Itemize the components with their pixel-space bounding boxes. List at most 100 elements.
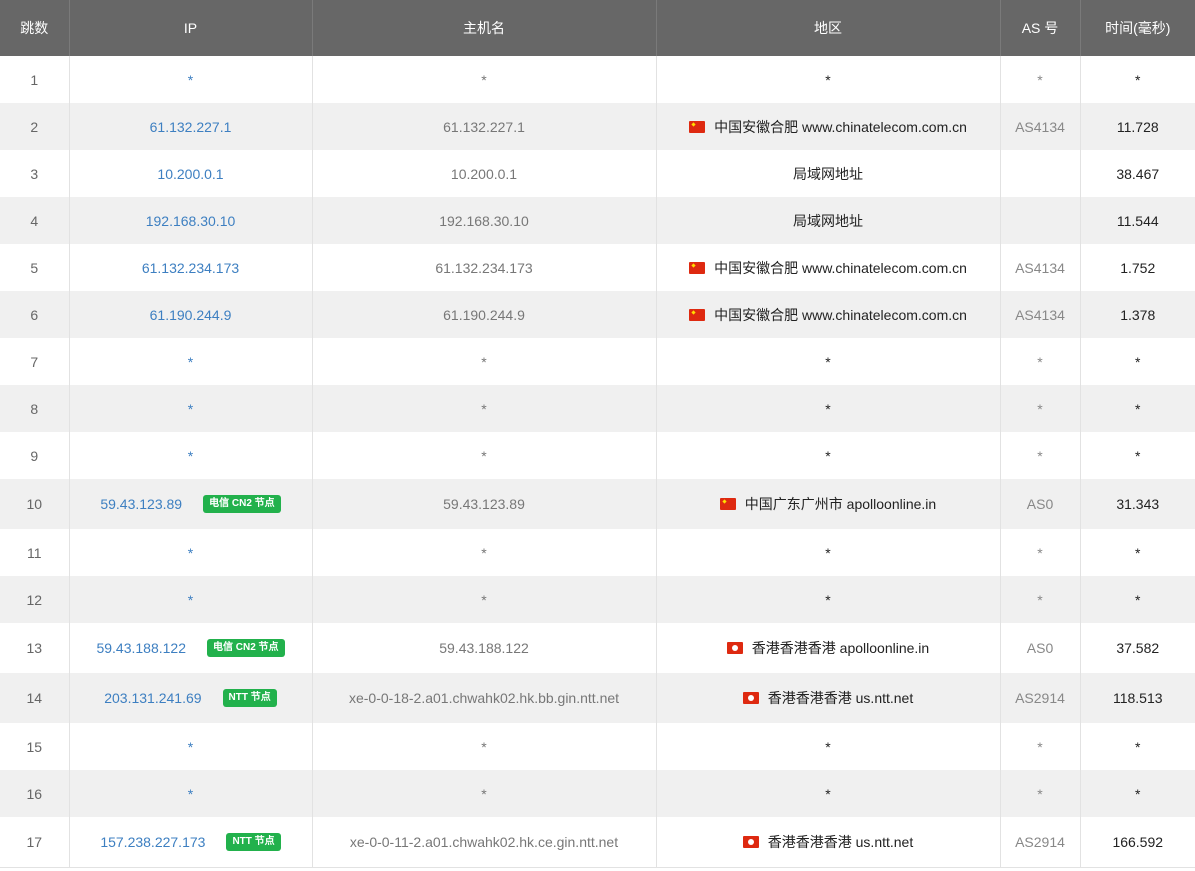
ip-link[interactable]: * xyxy=(188,786,193,802)
host-cell: xe-0-0-11-2.a01.chwahk02.hk.ce.gin.ntt.n… xyxy=(311,817,656,868)
region-cell: 香港香港香港 us.ntt.net xyxy=(655,673,1000,723)
time-cell: 11.728 xyxy=(1079,103,1195,150)
table-row: 4 192.168.30.10 192.168.30.10 局域网地址 11.544 xyxy=(0,197,1195,244)
header-as: AS 号 xyxy=(999,0,1080,56)
header-region: 地区 xyxy=(655,0,1000,56)
region-cell: * xyxy=(655,576,1000,623)
hop-cell: 15 xyxy=(26,738,43,755)
ip-link[interactable]: 61.132.234.173 xyxy=(142,260,239,276)
ip-link[interactable]: 61.190.244.9 xyxy=(150,307,232,323)
region-wrap: * xyxy=(825,354,830,370)
hk-flag-icon xyxy=(726,642,743,654)
region-cell: 局域网地址 xyxy=(655,197,1000,244)
table-row: 10 59.43.123.89 电信 CN2 节点 59.43.123.89 中国广东广… xyxy=(0,479,1195,529)
region-text: * xyxy=(825,544,831,561)
region-text: 中国广东广州市 apolloonline.in xyxy=(744,496,937,512)
host-cell: * xyxy=(311,338,656,385)
hop-cell: 1 xyxy=(30,71,39,88)
ip-wrap: 61.132.234.173 xyxy=(142,260,239,276)
host-cell: 61.132.234.173 xyxy=(311,244,656,291)
ip-cell: 10.200.0.1 xyxy=(68,150,312,197)
host-cell: * xyxy=(311,723,656,770)
region-cell: 局域网地址 xyxy=(655,150,1000,197)
ip-cell: 59.43.188.122 电信 CN2 节点 xyxy=(68,623,312,673)
table-row: 3 10.200.0.1 10.200.0.1 局域网地址 38.467 xyxy=(0,150,1195,197)
host-cell: 61.132.227.1 xyxy=(311,103,656,150)
time-cell: * xyxy=(1079,576,1195,623)
ip-link[interactable]: 59.43.188.122 xyxy=(96,640,186,656)
region-cell: * xyxy=(655,723,1000,770)
region-cell: 香港香港香港 apolloonline.in xyxy=(655,623,1000,673)
host-cell: * xyxy=(311,432,656,479)
table-row: 1 * * * * * xyxy=(0,56,1195,103)
node-badge: NTT 节点 xyxy=(222,689,277,707)
region-wrap: 香港香港香港 us.ntt.net xyxy=(742,688,913,708)
region-cell: 中国安徽合肥 www.chinatelecom.com.cn xyxy=(655,244,1000,291)
host-cell: xe-0-0-18-2.a01.chwahk02.hk.bb.gin.ntt.n… xyxy=(311,673,656,723)
hop-cell: 10 xyxy=(26,496,43,512)
table-row: 8 * * * * * xyxy=(0,385,1195,432)
as-cell: * xyxy=(999,432,1080,479)
time-cell: * xyxy=(1079,385,1195,432)
as-cell: AS0 xyxy=(999,479,1080,529)
ip-link[interactable]: * xyxy=(188,354,193,370)
region-cell: * xyxy=(655,770,1000,817)
as-cell xyxy=(999,150,1080,197)
region-cell: 中国广东广州市 apolloonline.in xyxy=(655,479,1000,529)
host-cell: 61.190.244.9 xyxy=(311,291,656,338)
cn-flag-icon xyxy=(689,261,706,274)
hop-cell: 17 xyxy=(0,817,69,868)
ip-wrap: * xyxy=(188,786,193,802)
region-text: * xyxy=(825,400,831,417)
region-wrap: * xyxy=(825,786,830,802)
ip-link[interactable]: 157.238.227.173 xyxy=(100,834,205,850)
hop-cell: 8 xyxy=(30,400,39,417)
ip-cell: 157.238.227.173 NTT 节点 xyxy=(68,817,312,868)
ip-wrap: * xyxy=(188,545,193,561)
table-row: 11 * * * * * xyxy=(0,529,1195,576)
table-row: 13 59.43.188.122 电信 CN2 节点 59.43.188.122 香港香… xyxy=(0,623,1195,673)
region-text: 香港香港香港 apolloonline.in xyxy=(751,640,930,656)
as-cell: * xyxy=(999,529,1080,576)
table-row: 7 * * * * * xyxy=(0,338,1195,385)
as-cell: * xyxy=(999,385,1080,432)
ip-cell: 59.43.123.89 电信 CN2 节点 xyxy=(68,479,312,529)
as-cell: AS2914 xyxy=(999,673,1080,723)
ip-link[interactable]: 59.43.123.89 xyxy=(100,496,182,512)
node-badge: 电信 CN2 节点 xyxy=(206,639,285,657)
time-cell: * xyxy=(1079,56,1195,103)
table-row: 2 61.132.227.1 61.132.227.1 中国安徽合肥 www.chin… xyxy=(0,103,1195,150)
ip-cell: * xyxy=(68,723,312,770)
host-cell: * xyxy=(311,770,656,817)
region-cell: 中国安徽合肥 www.chinatelecom.com.cn xyxy=(655,291,1000,338)
region-text: 中国安徽合肥 www.chinatelecom.com.cn xyxy=(714,306,967,323)
ip-link[interactable]: * xyxy=(188,448,193,464)
ip-link[interactable]: * xyxy=(188,72,193,88)
ip-link[interactable]: 192.168.30.10 xyxy=(146,213,236,229)
region-text: * xyxy=(825,447,831,464)
ip-cell: * xyxy=(68,56,312,103)
ip-wrap: 192.168.30.10 xyxy=(146,213,236,229)
ip-link[interactable]: * xyxy=(188,401,193,417)
host-cell: * xyxy=(311,576,656,623)
ip-cell: * xyxy=(68,529,312,576)
table-row: 6 61.190.244.9 61.190.244.9 中国安徽合肥 www.chin… xyxy=(0,291,1195,338)
ip-wrap: * xyxy=(188,448,193,464)
region-wrap: * xyxy=(825,545,830,561)
ip-link[interactable]: 10.200.0.1 xyxy=(157,166,223,182)
ip-link[interactable]: * xyxy=(188,739,193,755)
region-cell: * xyxy=(655,56,1000,103)
ip-wrap: * xyxy=(188,401,193,417)
hop-cell: 3 xyxy=(30,165,39,182)
ip-link[interactable]: 61.132.227.1 xyxy=(150,119,232,135)
ip-link[interactable]: 203.131.241.69 xyxy=(104,690,201,706)
hop-cell: 6 xyxy=(30,306,39,323)
region-text: 中国安徽合肥 www.chinatelecom.com.cn xyxy=(714,118,967,135)
ip-link[interactable]: * xyxy=(188,545,193,561)
ip-link[interactable]: * xyxy=(188,592,193,608)
time-cell: * xyxy=(1079,338,1195,385)
hop-cell: 7 xyxy=(30,353,39,370)
region-text: 局域网地址 xyxy=(793,165,863,182)
host-cell: 10.200.0.1 xyxy=(311,150,656,197)
hop-cell: 5 xyxy=(30,259,39,276)
